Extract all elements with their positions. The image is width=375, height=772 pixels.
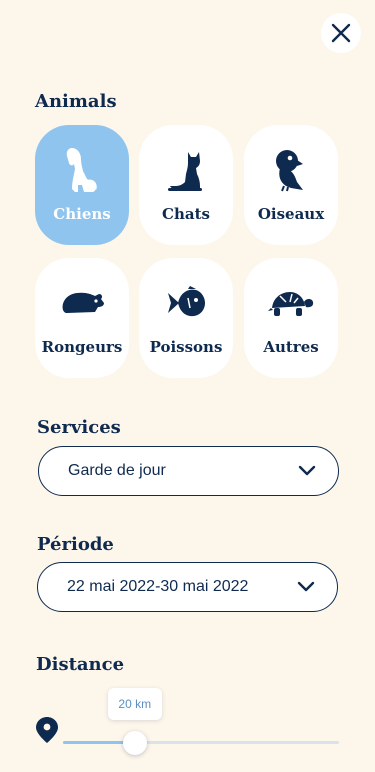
map-pin-icon (36, 717, 58, 743)
animal-tile-autres[interactable]: Autres (244, 258, 338, 378)
animal-tile-label: Rongeurs (41, 338, 123, 356)
chevron-down-icon (297, 581, 315, 592)
animal-tile-label: Chiens (53, 205, 111, 223)
periode-title: Période (37, 534, 114, 555)
periode-value: 22 mai 2022-30 mai 2022 (67, 578, 249, 595)
animal-tile-poissons[interactable]: Poissons (139, 258, 233, 378)
animal-tile-oiseaux[interactable]: Oiseaux (244, 125, 338, 245)
services-value: Garde de jour (68, 462, 166, 479)
close-icon (331, 23, 351, 43)
animals-title: Animals (35, 91, 117, 112)
chevron-down-icon (298, 465, 316, 476)
services-dropdown[interactable]: Garde de jour (38, 446, 339, 496)
animal-tile-chiens[interactable]: Chiens (35, 125, 129, 245)
bird-icon (268, 147, 314, 193)
services-title: Services (37, 417, 121, 438)
distance-value-tooltip: 20 km (107, 688, 162, 720)
animal-tile-label: Autres (263, 338, 319, 356)
distance-slider-track[interactable] (63, 741, 339, 744)
periode-dropdown[interactable]: 22 mai 2022-30 mai 2022 (37, 562, 338, 612)
distance-title: Distance (36, 654, 125, 675)
cat-icon (163, 147, 209, 193)
fish-icon (163, 280, 209, 326)
rodent-icon (59, 280, 105, 326)
animal-tile-rongeurs[interactable]: Rongeurs (35, 258, 129, 378)
close-button[interactable] (321, 13, 361, 53)
animal-tile-label: Chats (162, 205, 210, 223)
animal-tile-chats[interactable]: Chats (139, 125, 233, 245)
turtle-icon (268, 280, 314, 326)
animal-tile-label: Oiseaux (257, 205, 325, 223)
distance-slider-thumb[interactable] (122, 731, 147, 755)
dog-icon (59, 147, 105, 193)
animal-tile-label: Poissons (149, 338, 223, 356)
